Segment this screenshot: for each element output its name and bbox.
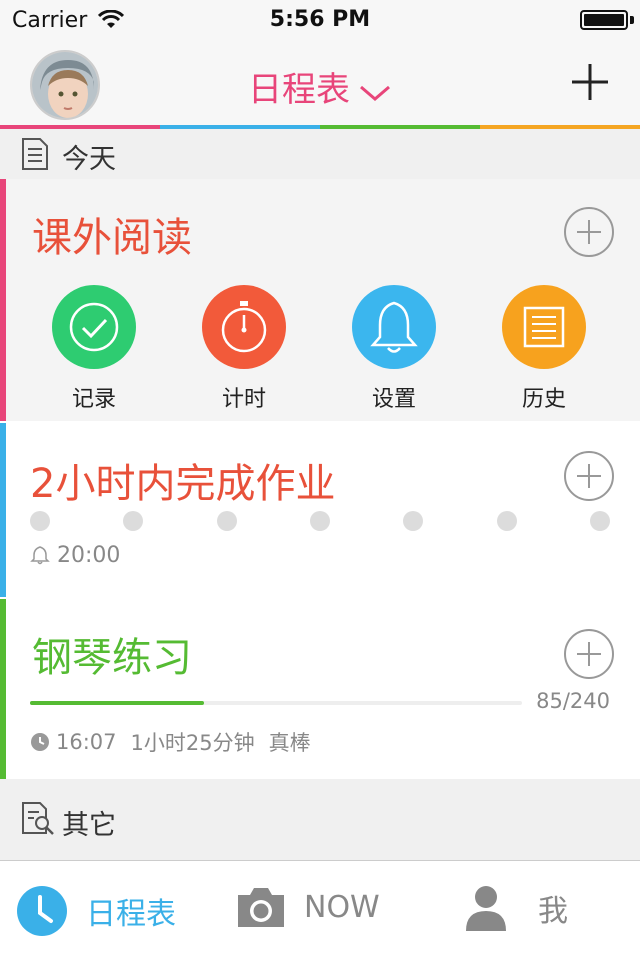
task-title: 钢琴练习 bbox=[32, 635, 192, 681]
task-title: 2小时内完成作业 bbox=[30, 461, 336, 507]
day-dots bbox=[30, 511, 610, 531]
progress-text: 85/240 bbox=[536, 689, 610, 713]
day-dot bbox=[217, 511, 237, 531]
add-circle-button[interactable] bbox=[564, 207, 614, 257]
tab-label: NOW bbox=[304, 889, 380, 925]
battery-icon bbox=[580, 10, 628, 30]
card-color-stripe bbox=[0, 599, 6, 779]
alarm-row: 20:00 bbox=[30, 543, 120, 568]
tab-bar: 日程表 NOW 我 bbox=[0, 860, 640, 960]
action-label: 历史 bbox=[521, 387, 566, 412]
stopwatch-icon bbox=[202, 285, 286, 369]
progress-fill bbox=[30, 701, 205, 705]
task-card-reading[interactable]: 课外阅读 记录 计时 设置 历史 bbox=[0, 179, 640, 421]
praise-text: 真棒 bbox=[268, 731, 311, 755]
clock-icon bbox=[31, 733, 49, 751]
history-action[interactable]: 历史 bbox=[502, 285, 586, 413]
schedule-title-label: 日程表 bbox=[248, 70, 350, 110]
clock-icon bbox=[17, 886, 67, 936]
section-header-today: 今天 bbox=[0, 129, 640, 179]
camera-icon bbox=[238, 888, 284, 927]
card-color-stripe bbox=[0, 179, 6, 421]
settings-action[interactable]: 设置 bbox=[352, 285, 436, 413]
duration-text: 1小时25分钟 bbox=[130, 731, 255, 755]
plus-icon bbox=[572, 64, 608, 100]
check-icon bbox=[52, 285, 136, 369]
add-circle-button[interactable] bbox=[564, 629, 614, 679]
action-label: 设置 bbox=[371, 387, 416, 412]
card-color-stripe bbox=[0, 423, 6, 597]
add-plus-button[interactable] bbox=[570, 62, 610, 102]
day-dot bbox=[30, 511, 50, 531]
bell-icon bbox=[352, 285, 436, 369]
action-label: 计时 bbox=[221, 387, 266, 412]
bell-icon bbox=[30, 546, 50, 565]
document-search-icon bbox=[20, 801, 56, 841]
meta-row: 16:07 1小时25分钟 真棒 bbox=[30, 727, 325, 757]
navigation-bar: 日程表 bbox=[0, 40, 640, 126]
progress-bar bbox=[30, 701, 522, 705]
document-icon bbox=[20, 137, 50, 175]
tab-schedule[interactable]: 日程表 bbox=[16, 885, 176, 937]
list-icon bbox=[502, 285, 586, 369]
tab-me[interactable]: 我 bbox=[466, 885, 568, 931]
clock-time: 5:56 PM bbox=[269, 7, 371, 32]
battery-tip bbox=[630, 16, 634, 24]
day-dot bbox=[123, 511, 143, 531]
chevron-down-icon bbox=[358, 72, 392, 112]
section-label-other: 其它 bbox=[62, 810, 116, 841]
day-dot bbox=[497, 511, 517, 531]
day-dot bbox=[590, 511, 610, 531]
tab-label: 我 bbox=[538, 894, 568, 929]
tab-label: 日程表 bbox=[86, 897, 176, 932]
task-card-homework[interactable]: 2小时内完成作业 20:00 bbox=[0, 423, 640, 597]
day-dot bbox=[310, 511, 330, 531]
record-action[interactable]: 记录 bbox=[52, 285, 136, 413]
tab-now[interactable]: NOW bbox=[236, 885, 380, 929]
action-label: 记录 bbox=[71, 387, 116, 412]
task-title: 课外阅读 bbox=[32, 215, 192, 261]
add-circle-button[interactable] bbox=[564, 451, 614, 501]
section-label-today: 今天 bbox=[62, 144, 116, 175]
day-dot bbox=[403, 511, 423, 531]
status-bar: Carrier 5:56 PM bbox=[0, 0, 640, 40]
person-icon bbox=[466, 886, 506, 931]
alarm-time: 20:00 bbox=[57, 543, 121, 568]
schedule-title[interactable]: 日程表 bbox=[0, 62, 640, 112]
start-time: 16:07 bbox=[56, 730, 117, 754]
timer-action[interactable]: 计时 bbox=[202, 285, 286, 413]
task-card-piano[interactable]: 钢琴练习 85/240 16:07 1小时25分钟 真棒 bbox=[0, 599, 640, 779]
section-header-other[interactable]: 其它 bbox=[0, 779, 640, 860]
